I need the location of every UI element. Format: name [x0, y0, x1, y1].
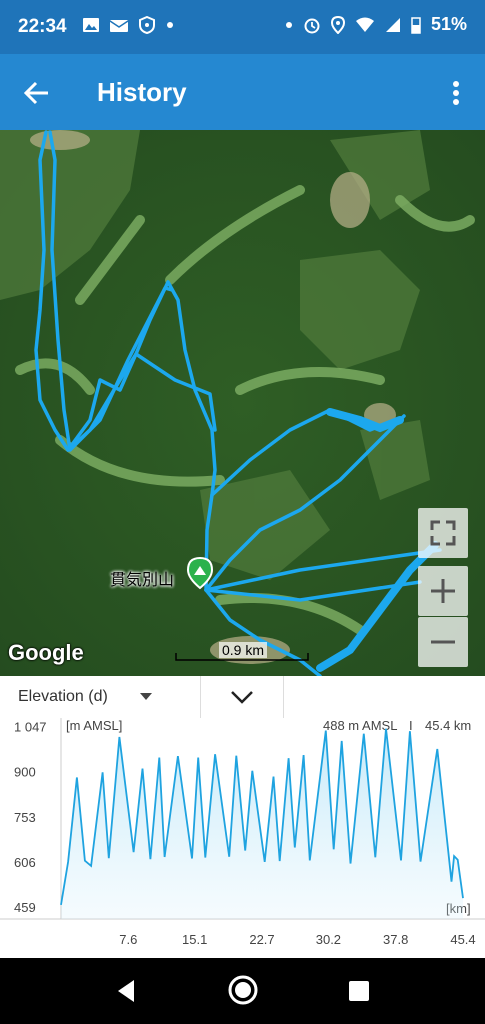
- more-notifications-icon: [167, 22, 173, 28]
- x-tick-label: 37.8: [383, 932, 408, 947]
- scale-label: 0.9 km: [219, 642, 268, 658]
- more-options-icon[interactable]: [445, 78, 467, 108]
- map-canvas: [0, 130, 485, 676]
- y-tick-labels: 1 047 900 753 606 459: [14, 720, 47, 915]
- y-tick-label: 1 047: [14, 720, 47, 735]
- recents-square-icon[interactable]: [347, 979, 371, 1003]
- minus-icon: [431, 640, 455, 644]
- y-tick-label: 459: [14, 900, 36, 915]
- y-tick-label: 606: [14, 855, 36, 870]
- x-tick-label: 30.2: [316, 932, 341, 947]
- zoom-in-button[interactable]: [418, 566, 468, 616]
- metric-dropdown-label: Elevation (d): [18, 688, 108, 705]
- home-circle-icon[interactable]: [227, 974, 259, 1006]
- chart-selector-bar: Elevation (d): [0, 676, 485, 719]
- x-tick-labels: 7.6 15.1 22.7 30.2 37.8 45.4: [119, 932, 475, 947]
- metric-dropdown[interactable]: Elevation (d): [0, 676, 201, 718]
- wifi-icon: [355, 17, 374, 32]
- fullscreen-icon: [430, 520, 456, 546]
- battery-icon: [411, 16, 421, 34]
- alarm-icon: [304, 18, 320, 33]
- location-icon: [330, 15, 345, 34]
- peak-label: 貫気別山: [110, 572, 175, 589]
- zoom-out-button[interactable]: [418, 617, 468, 667]
- image-icon: [83, 18, 99, 32]
- x-tick-label: 7.6: [119, 932, 137, 947]
- chevron-down-icon: [231, 691, 253, 704]
- system-icons: 51%: [285, 14, 467, 35]
- dropdown-arrow-icon: [140, 693, 152, 700]
- status-bar: 22:34 51%: [0, 0, 485, 54]
- page-title: History: [97, 77, 187, 107]
- google-logo: Google: [8, 640, 84, 665]
- distance-readout: 45.4 km: [425, 718, 471, 733]
- shield-icon: [139, 16, 155, 34]
- notification-icons: [82, 16, 175, 34]
- navigation-bar: [0, 958, 485, 1024]
- plus-icon: [431, 579, 455, 603]
- satellite-map[interactable]: 貫気別山 Google 0.9 km: [0, 130, 485, 676]
- signal-icon: [385, 17, 400, 32]
- fullscreen-button[interactable]: [418, 508, 468, 558]
- dot-icon: [285, 21, 292, 28]
- y-tick-label: 753: [14, 810, 36, 825]
- expand-chart-button[interactable]: [201, 676, 284, 718]
- status-time: 22:34: [18, 16, 67, 37]
- mail-icon: [109, 20, 129, 32]
- back-triangle-icon[interactable]: [114, 976, 138, 1006]
- app-bar: History: [0, 54, 485, 130]
- elevation-chart[interactable]: [m AMSL] 488 m AMSL I 45.4 km [km] 1 047…: [0, 718, 485, 958]
- back-arrow-icon[interactable]: [22, 78, 52, 108]
- battery-percentage: 51%: [430, 14, 467, 34]
- x-tick-label: 45.4: [450, 932, 475, 947]
- elevation-chart-svg: [m AMSL] 488 m AMSL I 45.4 km [km] 1 047…: [0, 718, 485, 947]
- x-tick-label: 22.7: [249, 932, 274, 947]
- unit-label: [m AMSL]: [66, 718, 122, 733]
- readout-separator: I: [409, 718, 413, 733]
- x-tick-label: 15.1: [182, 932, 207, 947]
- y-tick-label: 900: [14, 765, 36, 780]
